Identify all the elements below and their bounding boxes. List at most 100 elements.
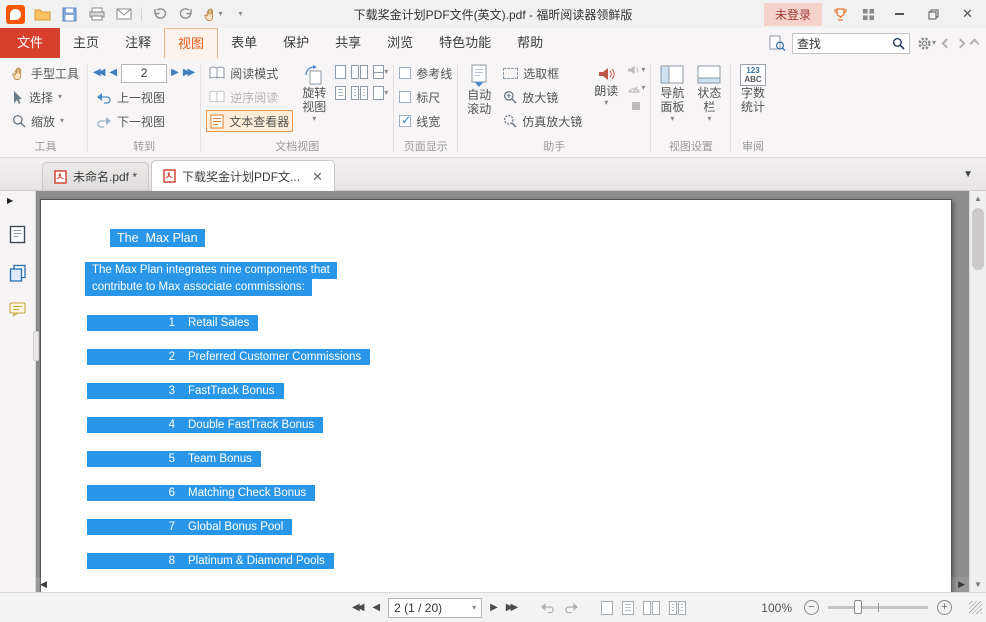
- next-view-button[interactable]: 下一视图: [93, 110, 195, 132]
- page-number-input[interactable]: [121, 64, 167, 83]
- selected-text-line[interactable]: 5Team Bonus: [87, 451, 261, 467]
- zoom-tool-button[interactable]: 缩放▾: [9, 110, 82, 132]
- undo-button[interactable]: [150, 5, 169, 24]
- sidebar-comments-button[interactable]: [9, 302, 27, 318]
- guides-checkbox[interactable]: [399, 67, 411, 79]
- app-grid-icon[interactable]: [859, 5, 878, 24]
- hand-tool-quick-button[interactable]: ▾: [204, 5, 223, 24]
- scroll-down-icon[interactable]: ▼: [970, 577, 986, 592]
- tab-protect[interactable]: 保护: [270, 28, 322, 58]
- status-bar-toggle-button[interactable]: 状态 栏 ▾: [693, 62, 725, 125]
- rulers-checkbox[interactable]: [399, 91, 411, 103]
- scroll-up-icon[interactable]: ▲: [970, 191, 986, 206]
- rotate-view-button[interactable]: 旋转 视图 ▾: [298, 62, 330, 125]
- zoom-slider-handle[interactable]: [854, 600, 862, 614]
- rulers-checkbox-row[interactable]: 标尺: [399, 86, 452, 108]
- status-page-selector[interactable]: 2 (1 / 20) ▾: [388, 598, 482, 618]
- selected-text-line[interactable]: 7Global Bonus Pool: [87, 519, 292, 535]
- selected-text-line[interactable]: 1Retail Sales: [87, 315, 258, 331]
- continuous-page-button[interactable]: [335, 86, 346, 100]
- split-view-button[interactable]: ▾: [373, 65, 388, 79]
- auto-scroll-button[interactable]: 自动 滚动: [463, 62, 495, 118]
- print-button[interactable]: [87, 5, 106, 24]
- continuous-facing-button[interactable]: [351, 86, 368, 100]
- vertical-scrollbar[interactable]: ▲ ▼: [969, 191, 986, 592]
- window-resize-grip[interactable]: [969, 601, 982, 614]
- find-in-document-icon[interactable]: [769, 35, 785, 51]
- tab-close-icon[interactable]: ✕: [312, 170, 323, 183]
- selected-text-line[interactable]: contribute to Max associate commissions:: [85, 279, 312, 296]
- restore-button[interactable]: [921, 5, 946, 24]
- open-file-button[interactable]: [33, 5, 52, 24]
- tab-view[interactable]: 视图: [164, 28, 218, 58]
- line-weights-checkbox-row[interactable]: 线宽: [399, 110, 452, 132]
- status-single-page-button[interactable]: [601, 601, 613, 615]
- sidebar-bookmarks-button[interactable]: [9, 225, 26, 244]
- rewards-trophy-icon[interactable]: [831, 5, 850, 24]
- selected-text-line[interactable]: 4Double FastTrack Bonus: [87, 417, 323, 433]
- scroll-right-icon[interactable]: ▶: [958, 580, 965, 589]
- last-page-button[interactable]: ▶▶: [183, 68, 195, 78]
- sidebar-expand-icon[interactable]: ▶: [7, 197, 13, 205]
- read-volume-button[interactable]: ▾: [627, 64, 645, 76]
- tab-home[interactable]: 主页: [60, 28, 112, 58]
- sidebar-pages-button[interactable]: [9, 264, 27, 282]
- navigation-panels-button[interactable]: 导航 面板 ▾: [656, 62, 688, 125]
- status-previous-view-button[interactable]: [540, 601, 555, 614]
- collapse-ribbon-button[interactable]: [971, 40, 978, 47]
- read-stop-button[interactable]: [627, 100, 645, 112]
- next-page-button[interactable]: ▶: [171, 68, 179, 78]
- close-button[interactable]: ✕: [955, 5, 980, 24]
- foxit-logo-icon[interactable]: [6, 5, 25, 24]
- scroll-left-icon[interactable]: ◀: [40, 580, 47, 589]
- read-mode-button[interactable]: 阅读模式: [206, 62, 293, 84]
- redo-button[interactable]: [177, 5, 196, 24]
- tab-form[interactable]: 表单: [218, 28, 270, 58]
- login-button[interactable]: 未登录: [764, 3, 822, 26]
- tab-help[interactable]: 帮助: [504, 28, 556, 58]
- tab-file[interactable]: 文件: [0, 28, 60, 58]
- selected-text-line[interactable]: 8Platinum & Diamond Pools: [87, 553, 334, 569]
- scrollbar-thumb[interactable]: [972, 208, 984, 270]
- line-weights-checkbox[interactable]: [399, 115, 411, 127]
- status-previous-page-button[interactable]: ◀: [372, 603, 380, 613]
- save-button[interactable]: [60, 5, 79, 24]
- selected-text-line[interactable]: 2Preferred Customer Commissions: [87, 349, 370, 365]
- settings-gear-button[interactable]: ▾: [917, 36, 936, 51]
- document-tab-untitled[interactable]: 未命名.pdf *: [42, 162, 149, 190]
- selected-text-line[interactable]: 6Matching Check Bonus: [87, 485, 315, 501]
- read-aloud-button[interactable]: 朗读 ▾: [590, 62, 622, 109]
- zoom-in-button[interactable]: +: [937, 600, 952, 615]
- select-tool-button[interactable]: 选择▾: [9, 86, 82, 108]
- first-page-button[interactable]: ◀◀: [93, 68, 105, 78]
- minimize-button[interactable]: [887, 5, 912, 24]
- status-next-view-button[interactable]: [564, 601, 579, 614]
- search-input[interactable]: [797, 36, 888, 50]
- tab-list-dropdown[interactable]: ▼: [963, 169, 973, 180]
- tab-features[interactable]: 特色功能: [426, 28, 504, 58]
- status-continuous-facing-button[interactable]: [669, 601, 686, 615]
- horizontal-scrollbar[interactable]: ◀ ▶: [36, 577, 969, 592]
- word-count-button[interactable]: 123ABC 字数 统计: [736, 62, 769, 116]
- email-button[interactable]: [114, 5, 133, 24]
- status-next-page-button[interactable]: ▶: [490, 603, 498, 613]
- status-facing-button[interactable]: [643, 601, 660, 615]
- history-back-button[interactable]: [943, 40, 950, 47]
- selected-text-line[interactable]: 3FastTrack Bonus: [87, 383, 284, 399]
- selected-text-line[interactable]: The Max Plan integrates nine components …: [85, 262, 337, 279]
- status-first-page-button[interactable]: ◀◀: [352, 603, 364, 613]
- history-forward-button[interactable]: [957, 40, 964, 47]
- read-rate-button[interactable]: ▾: [627, 82, 645, 94]
- reverse-read-button[interactable]: 逆序阅读: [206, 86, 293, 108]
- single-page-button[interactable]: [335, 65, 346, 79]
- loupe-button[interactable]: 仿真放大镜: [500, 110, 585, 132]
- search-icon[interactable]: [892, 37, 905, 50]
- magnifier-button[interactable]: 放大镜: [500, 86, 585, 108]
- text-viewer-button[interactable]: 文本查看器: [206, 110, 293, 132]
- document-tab-active[interactable]: 下载奖金计划PDF文... ✕: [151, 160, 335, 191]
- previous-view-button[interactable]: 上一视图: [93, 86, 195, 108]
- status-last-page-button[interactable]: ▶▶: [506, 603, 518, 613]
- marquee-button[interactable]: 选取框: [500, 62, 585, 84]
- customize-toolbar-button[interactable]: ▾: [231, 5, 250, 24]
- tab-comment[interactable]: 注释: [112, 28, 164, 58]
